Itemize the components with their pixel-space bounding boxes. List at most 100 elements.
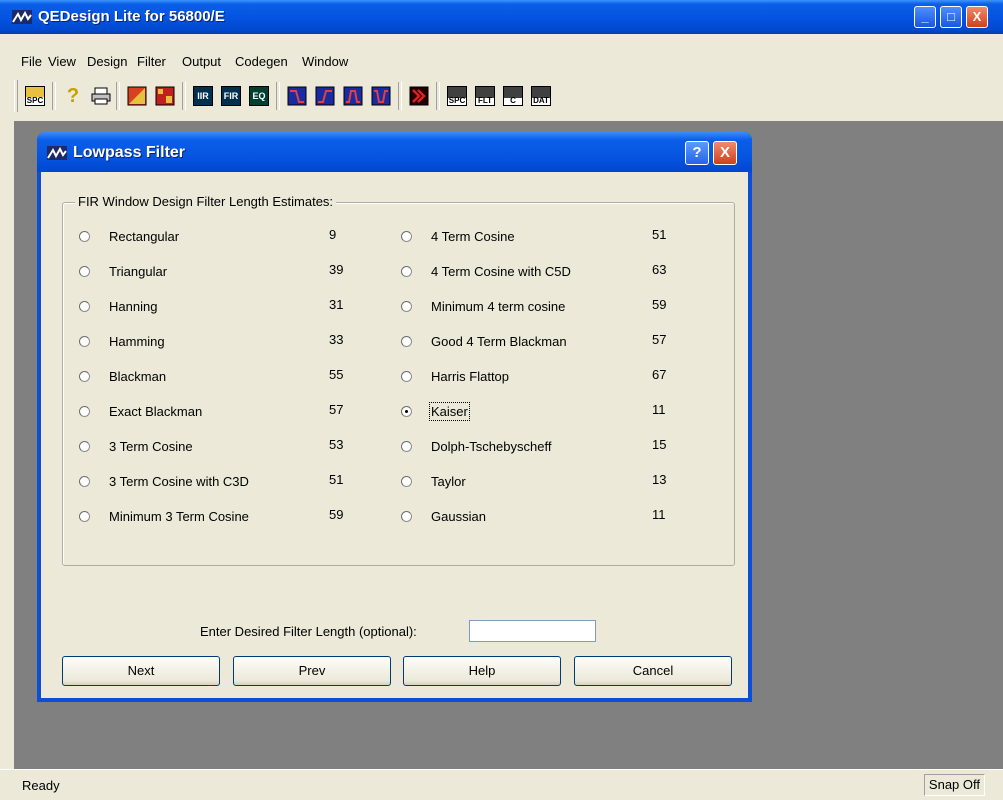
option-triangular[interactable]: Triangular xyxy=(79,262,167,280)
option-label: Triangular xyxy=(109,263,168,279)
minimize-button[interactable]: _ xyxy=(914,6,936,28)
save-c-icon: C xyxy=(503,86,523,106)
radio-button[interactable] xyxy=(79,405,90,417)
radio-button[interactable] xyxy=(401,475,412,487)
radio-button[interactable] xyxy=(79,510,90,522)
design-tool-button[interactable] xyxy=(124,80,150,112)
eq-button[interactable]: EQ xyxy=(246,80,272,112)
radio-button[interactable] xyxy=(401,370,412,382)
run-button[interactable] xyxy=(406,80,432,112)
option-3-term-cosine-c3d[interactable]: 3 Term Cosine with C3D xyxy=(79,472,249,490)
option-label: Kaiser xyxy=(429,401,470,421)
print-button[interactable] xyxy=(88,80,114,112)
option-minimum-4-term-cosine[interactable]: Minimum 4 term cosine xyxy=(401,297,565,315)
menu-design[interactable]: Design xyxy=(87,54,127,69)
option-estimate: 57 xyxy=(329,402,344,417)
lowpass-icon xyxy=(287,86,307,106)
option-minimum-3-term-cosine[interactable]: Minimum 3 Term Cosine xyxy=(79,507,249,525)
bandstop-button[interactable] xyxy=(368,80,394,112)
option-estimate: 59 xyxy=(329,507,344,522)
app-title: QEDesign Lite for 56800/E xyxy=(38,8,225,25)
grid-tool-button[interactable] xyxy=(152,80,178,112)
toolbar-separator xyxy=(398,82,402,110)
prev-button[interactable]: Prev xyxy=(233,656,391,686)
menu-output[interactable]: Output xyxy=(182,54,221,69)
printer-icon xyxy=(91,87,111,105)
next-button[interactable]: Next xyxy=(62,656,220,686)
save-spc-button[interactable]: SPC xyxy=(444,80,470,112)
option-label: Good 4 Term Blackman xyxy=(431,333,567,349)
option-4-term-cosine[interactable]: 4 Term Cosine xyxy=(401,227,515,245)
app-logo-icon xyxy=(12,10,32,24)
cancel-button[interactable]: Cancel xyxy=(574,656,732,686)
iir-icon: IIR xyxy=(193,86,213,106)
option-rectangular[interactable]: Rectangular xyxy=(79,227,179,245)
radio-button[interactable] xyxy=(401,265,412,277)
folder-spc-icon: SPC xyxy=(25,86,45,106)
iir-button[interactable]: IIR xyxy=(190,80,216,112)
option-exact-blackman[interactable]: Exact Blackman xyxy=(79,402,202,420)
toolbar-grip[interactable] xyxy=(14,80,18,112)
radio-button[interactable] xyxy=(79,230,90,242)
save-dat-button[interactable]: DAT xyxy=(528,80,554,112)
radio-button[interactable] xyxy=(401,230,412,242)
toolbar-separator xyxy=(182,82,186,110)
option-hamming[interactable]: Hamming xyxy=(79,332,165,350)
open-spc-button[interactable]: SPC xyxy=(22,80,48,112)
radio-button[interactable] xyxy=(79,440,90,452)
radio-button[interactable] xyxy=(401,440,412,452)
option-taylor[interactable]: Taylor xyxy=(401,472,466,490)
desired-length-input[interactable] xyxy=(469,620,596,642)
save-flt-button[interactable]: FLT xyxy=(472,80,498,112)
bandpass-button[interactable] xyxy=(340,80,366,112)
option-estimate: 59 xyxy=(652,297,667,312)
lowpass-button[interactable] xyxy=(284,80,310,112)
lowpass-filter-dialog: Lowpass Filter ? X FIR Window Design Fil… xyxy=(37,132,752,702)
option-label: Exact Blackman xyxy=(109,403,203,419)
design-chart-icon xyxy=(127,86,147,106)
option-blackman[interactable]: Blackman xyxy=(79,367,166,385)
menu-filter[interactable]: Filter xyxy=(137,54,166,69)
radio-button[interactable] xyxy=(79,370,90,382)
highpass-button[interactable] xyxy=(312,80,338,112)
close-button[interactable]: X xyxy=(966,6,988,28)
radio-button[interactable] xyxy=(79,335,90,347)
fir-button[interactable]: FIR xyxy=(218,80,244,112)
radio-button[interactable] xyxy=(79,475,90,487)
option-estimate: 51 xyxy=(652,227,667,242)
dialog-title-bar[interactable]: Lowpass Filter ? X xyxy=(37,132,752,172)
help-tool-button[interactable]: ? xyxy=(60,80,86,112)
dialog-close-button[interactable]: X xyxy=(713,141,737,165)
option-hanning[interactable]: Hanning xyxy=(79,297,157,315)
menu-view[interactable]: View xyxy=(48,54,76,69)
maximize-button[interactable]: □ xyxy=(940,6,962,28)
option-label: 3 Term Cosine xyxy=(109,438,193,454)
option-good-4-term-blackman[interactable]: Good 4 Term Blackman xyxy=(401,332,567,350)
radio-button[interactable] xyxy=(401,335,412,347)
status-bar: Ready Snap Off xyxy=(0,769,1003,800)
option-estimate: 15 xyxy=(652,437,667,452)
option-estimate: 13 xyxy=(652,472,667,487)
option-4-term-cosine-c5d[interactable]: 4 Term Cosine with C5D xyxy=(401,262,571,280)
radio-button[interactable] xyxy=(79,300,90,312)
option-dolph-tschebyscheff[interactable]: Dolph-Tschebyscheff xyxy=(401,437,551,455)
help-button[interactable]: Help xyxy=(403,656,561,686)
radio-button[interactable] xyxy=(401,300,412,312)
menu-codegen[interactable]: Codegen xyxy=(235,54,288,69)
menu-window[interactable]: Window xyxy=(302,54,348,69)
option-kaiser[interactable]: Kaiser xyxy=(401,401,470,421)
dialog-help-button[interactable]: ? xyxy=(685,141,709,165)
help-question-icon: ? xyxy=(66,84,80,107)
radio-button[interactable] xyxy=(401,510,412,522)
option-harris-flattop[interactable]: Harris Flattop xyxy=(401,367,509,385)
highpass-icon xyxy=(315,86,335,106)
radio-button[interactable] xyxy=(79,265,90,277)
option-gaussian[interactable]: Gaussian xyxy=(401,507,486,525)
option-3-term-cosine[interactable]: 3 Term Cosine xyxy=(79,437,193,455)
dialog-body: FIR Window Design Filter Length Estimate… xyxy=(41,172,748,698)
app-title-bar[interactable]: QEDesign Lite for 56800/E _ □ X xyxy=(0,0,1003,34)
menu-file[interactable]: File xyxy=(21,54,42,69)
option-label: Hamming xyxy=(109,333,165,349)
radio-button-selected[interactable] xyxy=(401,405,412,417)
save-c-button[interactable]: C xyxy=(500,80,526,112)
